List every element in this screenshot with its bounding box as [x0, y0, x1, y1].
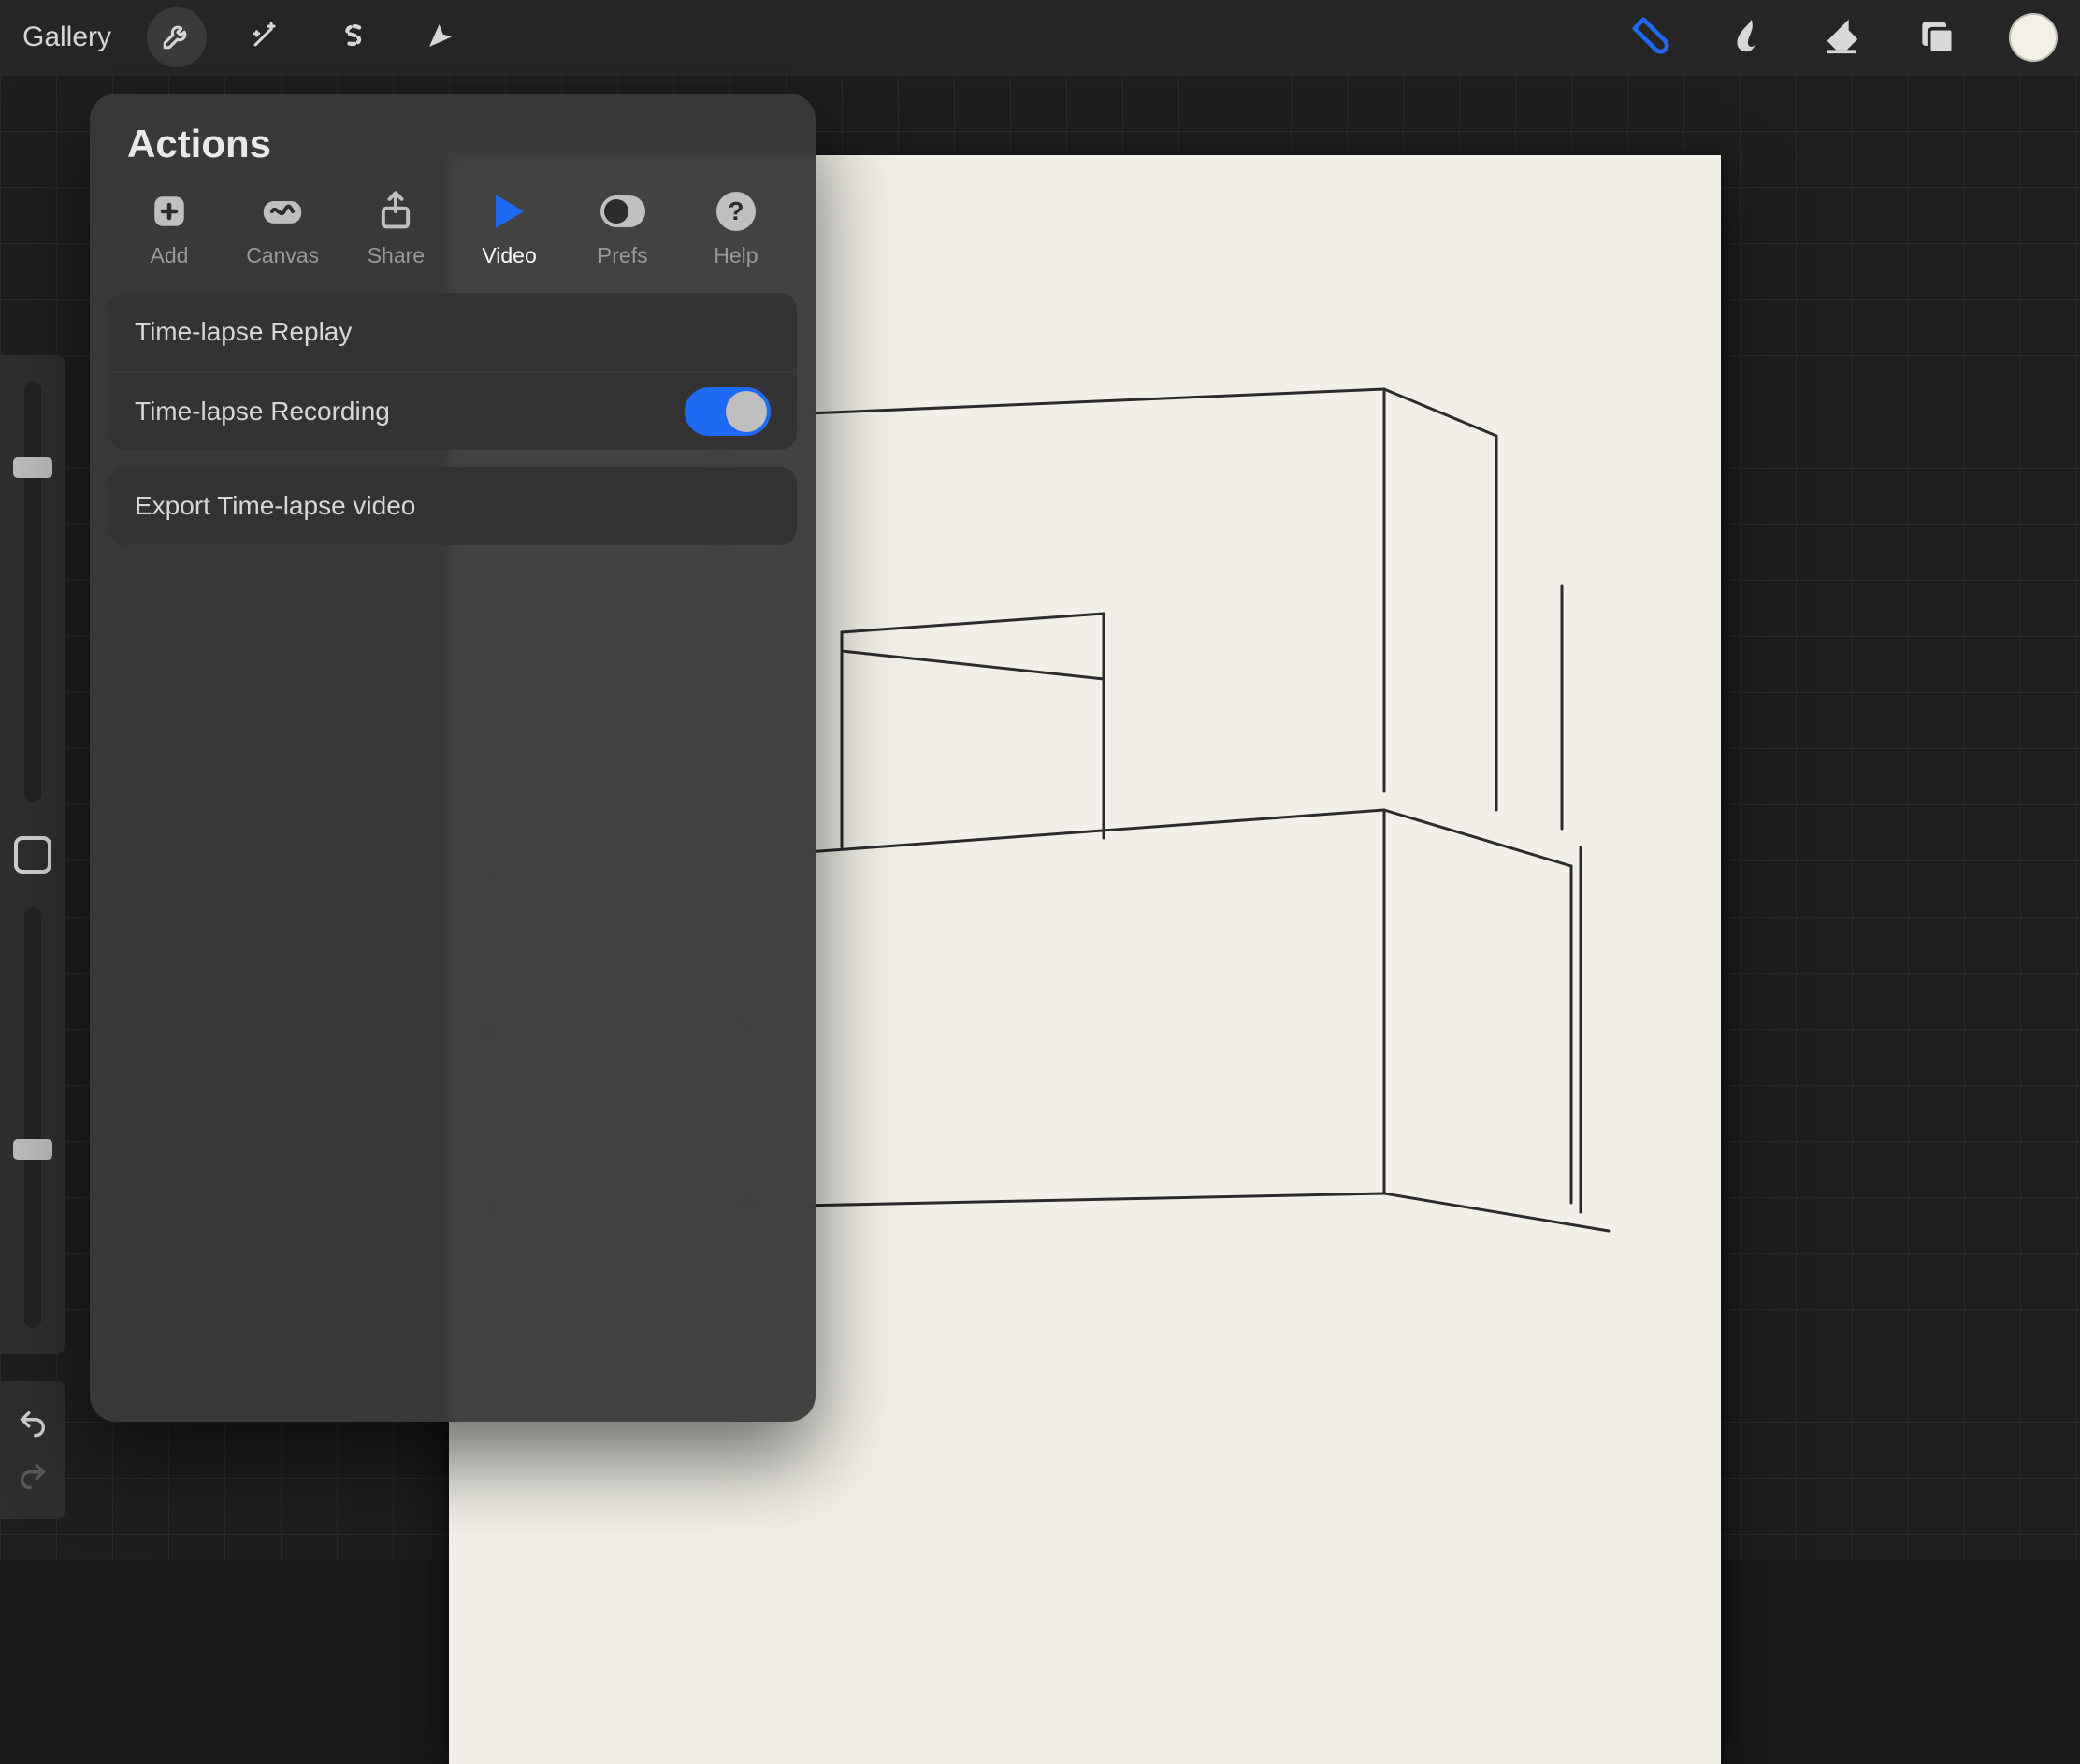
help-icon: ?	[714, 189, 758, 234]
prefs-icon	[600, 189, 645, 234]
timelapse-recording-row[interactable]: Time-lapse Recording	[108, 371, 797, 450]
gallery-button[interactable]: Gallery	[22, 22, 111, 53]
redo-button[interactable]	[12, 1455, 53, 1497]
wrench-button[interactable]	[147, 7, 207, 67]
layers-icon[interactable]	[1915, 15, 1957, 61]
play-icon	[487, 189, 532, 234]
export-timelapse-label: Export Time-lapse video	[135, 491, 415, 521]
toggle-knob	[726, 391, 767, 432]
tab-canvas[interactable]: Canvas	[231, 189, 334, 268]
transform-button[interactable]	[411, 7, 470, 67]
timelapse-replay-label: Time-lapse Replay	[135, 317, 352, 347]
tab-add[interactable]: Add	[118, 189, 221, 268]
actions-title: Actions	[90, 122, 816, 189]
modify-button[interactable]	[14, 836, 51, 874]
smudge-icon[interactable]	[1725, 14, 1768, 62]
color-swatch[interactable]	[2009, 13, 2058, 62]
tab-add-label: Add	[151, 243, 189, 268]
tab-video[interactable]: Video	[458, 189, 561, 268]
video-options-list: Time-lapse Replay Time-lapse Recording E…	[90, 293, 816, 545]
tab-prefs[interactable]: Prefs	[571, 189, 674, 268]
adjustments-button[interactable]	[235, 7, 295, 67]
brush-size-thumb[interactable]	[13, 457, 52, 478]
brush-size-slider[interactable]	[24, 382, 41, 802]
export-timelapse-row[interactable]: Export Time-lapse video	[108, 467, 797, 545]
wrench-icon	[161, 20, 193, 56]
tab-help[interactable]: ? Help	[685, 189, 787, 268]
opacity-slider[interactable]	[24, 907, 41, 1328]
canvas-icon	[260, 189, 305, 234]
tab-share[interactable]: Share	[344, 189, 447, 268]
tab-video-label: Video	[482, 243, 536, 268]
share-icon	[373, 189, 418, 234]
brush-icon[interactable]	[1629, 14, 1672, 62]
tab-canvas-label: Canvas	[246, 243, 319, 268]
timelapse-replay-row[interactable]: Time-lapse Replay	[108, 293, 797, 371]
undo-redo-bar	[0, 1381, 65, 1519]
tab-help-label: Help	[714, 243, 758, 268]
tab-share-label: Share	[368, 243, 425, 268]
top-toolbar: Gallery	[0, 0, 2080, 75]
selection-button[interactable]	[323, 7, 383, 67]
actions-tabs: Add Canvas Share Video Prefs	[90, 189, 816, 293]
wand-icon	[249, 20, 281, 56]
opacity-thumb[interactable]	[13, 1139, 52, 1160]
timelapse-recording-label: Time-lapse Recording	[135, 397, 390, 427]
tab-prefs-label: Prefs	[598, 243, 648, 268]
timelapse-recording-toggle[interactable]	[685, 387, 771, 436]
cursor-icon	[426, 21, 455, 55]
selection-s-icon	[337, 20, 368, 56]
left-sidebar	[0, 355, 65, 1354]
actions-panel: Actions Add Canvas Share Video	[90, 94, 816, 1422]
add-icon	[147, 189, 192, 234]
undo-button[interactable]	[12, 1403, 53, 1444]
eraser-icon[interactable]	[1820, 14, 1863, 62]
